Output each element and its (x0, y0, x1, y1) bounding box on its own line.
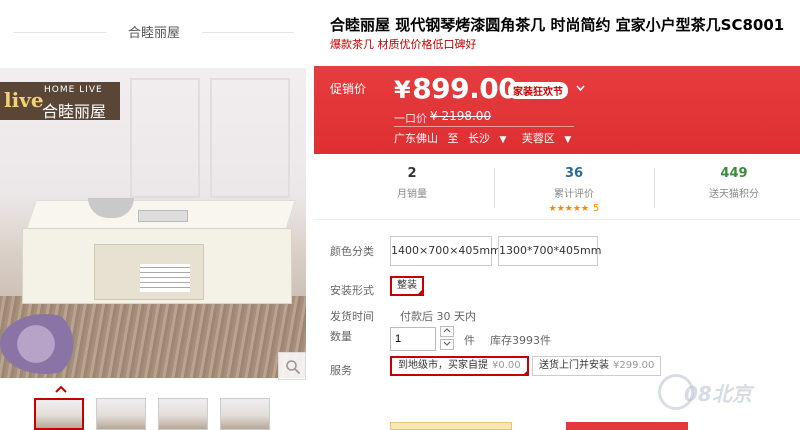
stat-label: 月销量 (397, 189, 427, 200)
flowers (0, 314, 90, 374)
stat-reviews[interactable]: 36 累计评价 ★★★★★ 5 (494, 166, 654, 214)
original-price: ¥ 2198.00 (430, 109, 492, 123)
chevron-up-icon (55, 385, 67, 393)
original-price-label: 一口价 (394, 112, 427, 125)
stats-bar: 2 月销量 36 累计评价 ★★★★★ 5 449 送天猫积分 (314, 164, 800, 220)
badge-chevron[interactable] (576, 81, 585, 94)
ship-city-select[interactable]: 长沙 ▼ (468, 132, 512, 145)
service-fee: ¥299.00 (613, 360, 655, 371)
install-label: 安装形式 (330, 284, 374, 297)
price-value: 899.00 (412, 72, 518, 105)
rating: ★★★★★ 5 (494, 200, 654, 214)
shipping-location: 广东佛山 至 长沙 ▼ 芙蓉区 ▼ (394, 130, 583, 146)
product-gallery: 合睦丽屋 live HOME LIVE 合睦丽屋 (0, 0, 308, 430)
thumbnail[interactable] (34, 398, 84, 430)
product-info: 合睦丽屋 现代钢琴烤漆圆角茶几 时尚简约 宜家小户型茶几SC8001 爆款茶几 … (314, 0, 800, 430)
stat-label: 送天猫积分 (709, 189, 759, 200)
wall-panel (130, 78, 200, 198)
magnifier-icon (286, 360, 301, 375)
watermark: 08北京 (658, 370, 798, 420)
chevron-down-icon (576, 85, 585, 92)
ship-time-label: 发货时间 (330, 310, 374, 323)
qty-decrease-button[interactable] (440, 339, 454, 350)
ship-to-word: 至 (447, 132, 459, 145)
stock-count: 库存3993件 (490, 334, 551, 347)
thumbnail[interactable] (158, 398, 208, 430)
color-option[interactable]: 1400×700×405mm (390, 236, 501, 266)
service-name: 到地级市，买家自提 (398, 360, 488, 371)
stat-points: 449 送天猫积分 (654, 166, 800, 200)
decor-tray (138, 210, 188, 222)
currency-symbol: ¥ (394, 76, 411, 104)
stat-label: 累计评价 (554, 189, 594, 200)
chevron-down-icon: ▼ (499, 135, 507, 145)
promo-panel: 促销价 ¥899.00 家装狂欢节 一口价 ¥ 2198.00 广东佛山 至 长… (314, 66, 800, 154)
service-name: 送货上门并安装 (539, 360, 609, 371)
buy-now-button[interactable] (390, 422, 512, 430)
books (140, 264, 190, 292)
divider (202, 32, 294, 33)
stat-value: 449 (720, 166, 748, 181)
ship-district: 芙蓉区 (521, 132, 555, 145)
promo-price: ¥899.00 (394, 72, 518, 105)
star-icon: ★★★★★ (548, 204, 589, 214)
logo-name-cn: 合睦丽屋 (42, 102, 107, 121)
stat-monthly-sales: 2 月销量 (332, 166, 492, 200)
zoom-button[interactable] (278, 352, 306, 380)
chevron-up-icon (443, 328, 451, 333)
service-fee: ¥0.00 (492, 360, 521, 371)
stat-value: 36 (564, 166, 584, 181)
ship-city: 长沙 (468, 132, 490, 145)
promo-label: 促销价 (330, 82, 367, 96)
service-label: 服务 (330, 364, 352, 377)
ship-time-value: 付款后 30 天内 (400, 310, 476, 323)
qty-label: 数量 (330, 330, 352, 343)
rating-value: 5 (592, 203, 600, 214)
add-to-cart-button[interactable] (566, 422, 688, 430)
brand-logo: live HOME LIVE 合睦丽屋 (0, 82, 120, 121)
service-option[interactable]: 到地级市，买家自提 ¥0.00 (390, 356, 529, 376)
logo-home-live-text: HOME LIVE (44, 85, 103, 95)
wall-panel (210, 78, 290, 198)
product-title: 合睦丽屋 现代钢琴烤漆圆角茶几 时尚简约 宜家小户型茶几SC8001 (330, 16, 785, 34)
service-option[interactable]: 送货上门并安装 ¥299.00 (532, 356, 662, 376)
install-option[interactable]: 整装 (390, 276, 424, 296)
watermark-text: 08北京 (684, 382, 752, 406)
ship-district-select[interactable]: 芙蓉区 ▼ (522, 132, 577, 145)
thumb-prev-arrow[interactable] (55, 382, 67, 393)
color-label: 颜色分类 (330, 245, 374, 258)
chevron-down-icon: ▼ (564, 135, 572, 145)
color-option[interactable]: 1300*700*405mm (498, 236, 601, 266)
qty-increase-button[interactable] (440, 326, 454, 337)
ship-from: 广东佛山 (394, 132, 438, 145)
divider (394, 126, 574, 127)
thumbnail[interactable] (96, 398, 146, 430)
chevron-down-icon (443, 341, 451, 346)
quantity-input[interactable] (390, 327, 436, 351)
qty-unit: 件 (464, 334, 475, 347)
thumbnail[interactable] (220, 398, 270, 430)
shop-header: 合睦丽屋 (0, 0, 308, 62)
product-subtitle: 爆款茶几 材质优价格低口碑好 (330, 38, 477, 51)
stat-value: 2 (407, 166, 417, 181)
event-badge[interactable]: 家装狂欢节 (508, 82, 568, 99)
logo-live-text: live (4, 88, 44, 112)
